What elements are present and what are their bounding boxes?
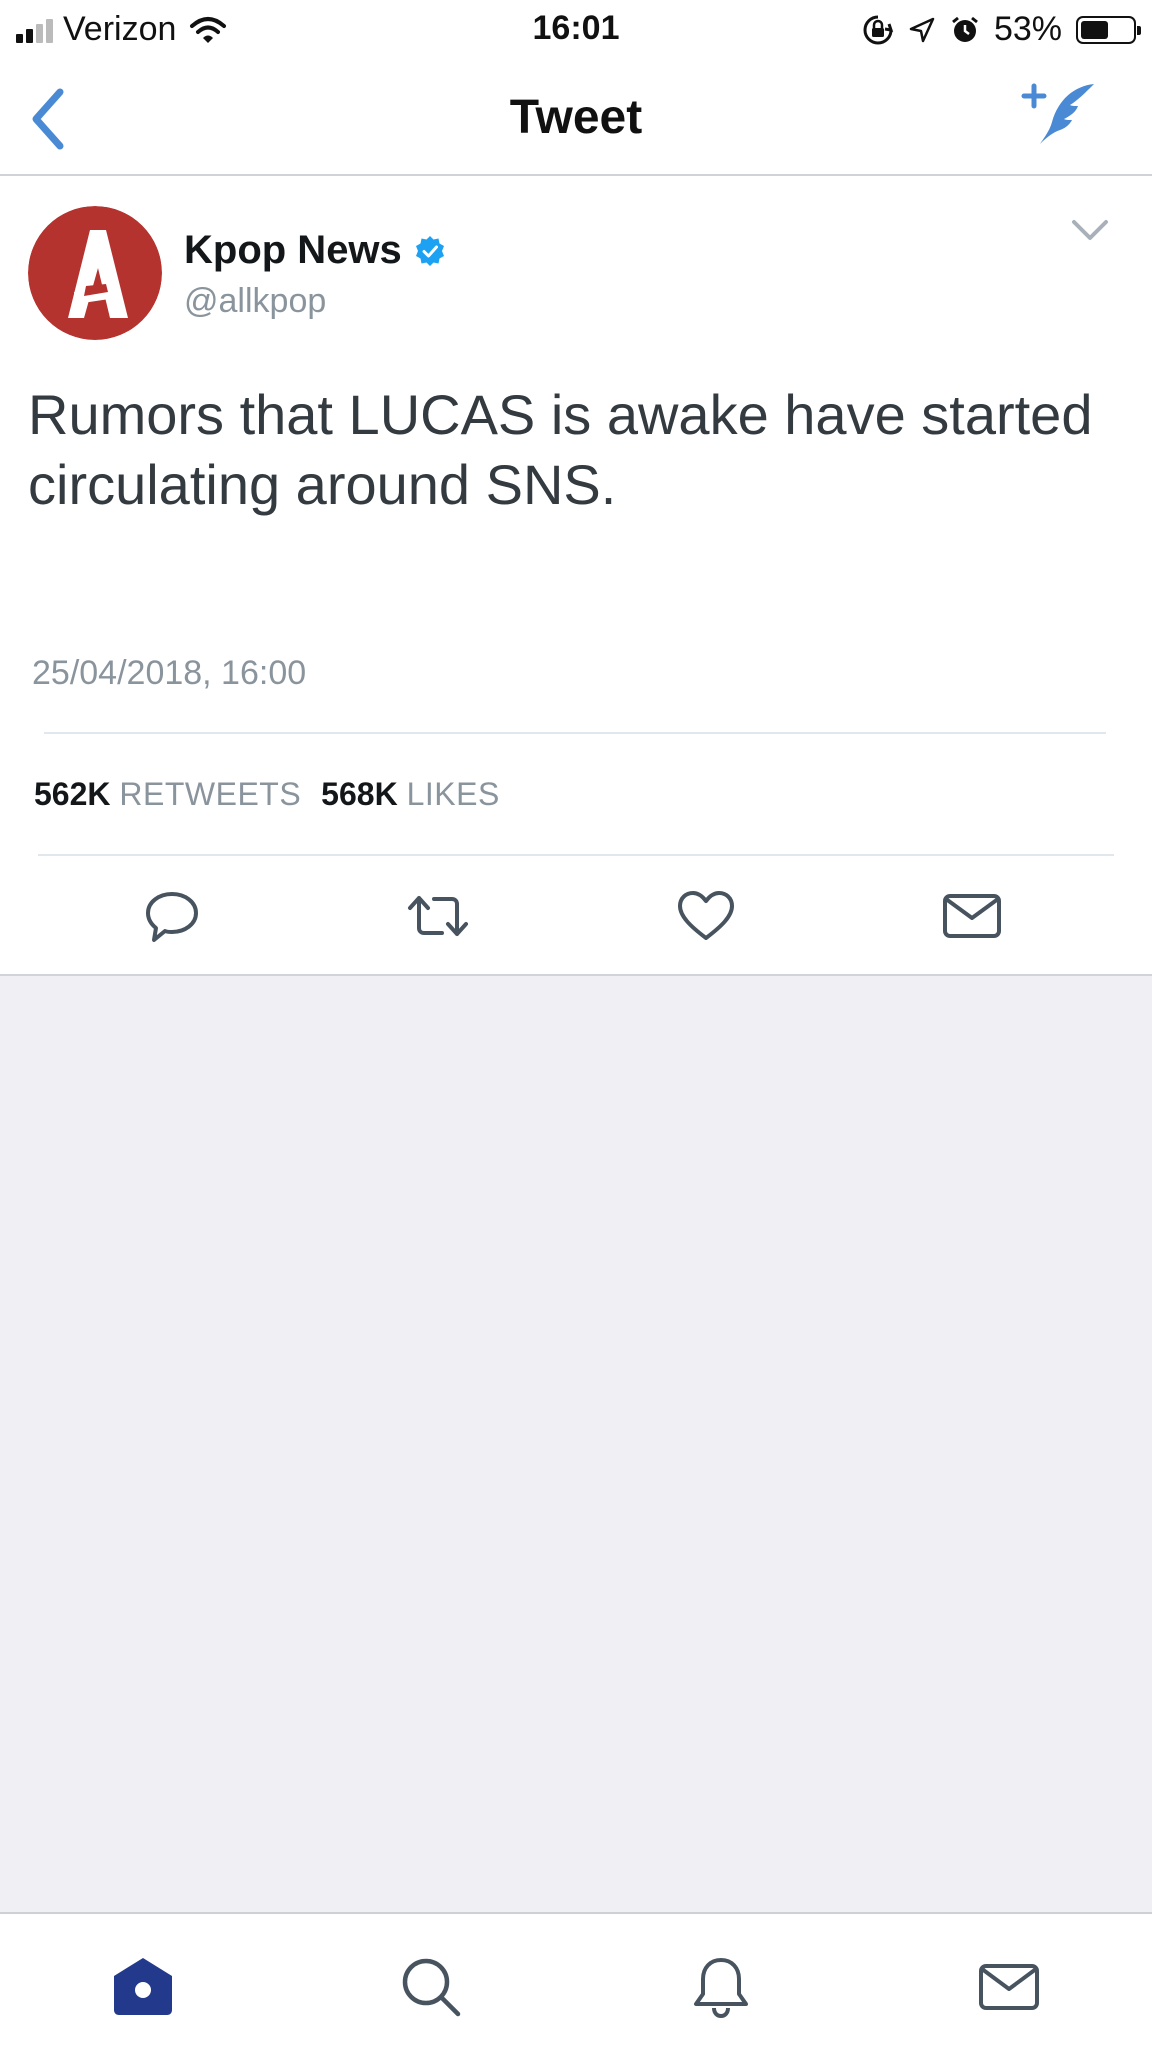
retweet-icon [408, 896, 468, 936]
nav-bar: Tweet [0, 60, 1152, 176]
reply-button[interactable] [140, 884, 204, 948]
notifications-icon [694, 1958, 748, 2019]
orientation-lock-icon [863, 15, 894, 44]
like-icon [678, 891, 734, 940]
author-name-text: Kpop News [184, 228, 402, 272]
avatar[interactable] [28, 206, 162, 340]
verified-badge-icon [415, 235, 444, 266]
tweet-detail: Kpop News @allkpop Rumors that LUCAS is … [0, 176, 1152, 976]
tweet-text: Rumors that LUCAS is awake have started … [28, 383, 1093, 516]
compose-tweet-button[interactable] [1014, 78, 1104, 158]
tweet-timestamp: 25/04/2018, 16:00 [32, 654, 307, 692]
page-title: Tweet [509, 91, 643, 144]
allkpop-logo-icon [28, 206, 162, 340]
divider [38, 854, 1114, 856]
messages-icon [979, 1964, 1039, 2010]
tab-messages[interactable] [976, 1954, 1042, 2020]
divider [44, 732, 1106, 734]
compose-tweet-icon [1021, 83, 1094, 144]
author-name[interactable]: Kpop News [184, 228, 446, 273]
battery-icon [1076, 15, 1141, 44]
status-bar: Verizon 16:01 53% [0, 0, 1152, 60]
status-right: 53% [862, 10, 1141, 49]
alarm-icon [952, 16, 978, 42]
battery-level [1081, 20, 1108, 39]
retweets-label: RETWEETS [119, 776, 302, 812]
likes-count: 568K [321, 776, 398, 812]
tab-home[interactable] [110, 1954, 176, 2020]
retweets-count: 562K [34, 776, 111, 812]
tweet-actions [0, 862, 1152, 972]
home-icon [114, 1958, 172, 2015]
like-button[interactable] [674, 884, 738, 948]
direct-message-icon [943, 894, 1001, 938]
author-handle[interactable]: @allkpop [184, 282, 326, 321]
tweet-options-button[interactable] [1068, 216, 1112, 246]
reply-icon [146, 892, 198, 942]
likes-label: LIKES [406, 776, 500, 812]
tab-bar [0, 1912, 1152, 2048]
direct-message-button[interactable] [940, 884, 1004, 948]
tab-search[interactable] [398, 1954, 464, 2020]
likes-stat[interactable]: 568K LIKES [321, 776, 500, 813]
empty-background [0, 974, 1152, 1912]
search-icon [402, 1958, 461, 2017]
tweet-stats: 562K RETWEETS 568K LIKES [34, 776, 500, 813]
retweet-button[interactable] [406, 884, 470, 948]
battery-percent: 53% [993, 10, 1062, 48]
retweets-stat[interactable]: 562K RETWEETS [34, 776, 301, 813]
location-icon [909, 17, 935, 42]
tab-notifications[interactable] [688, 1954, 754, 2020]
chevron-down-icon [1072, 220, 1108, 240]
